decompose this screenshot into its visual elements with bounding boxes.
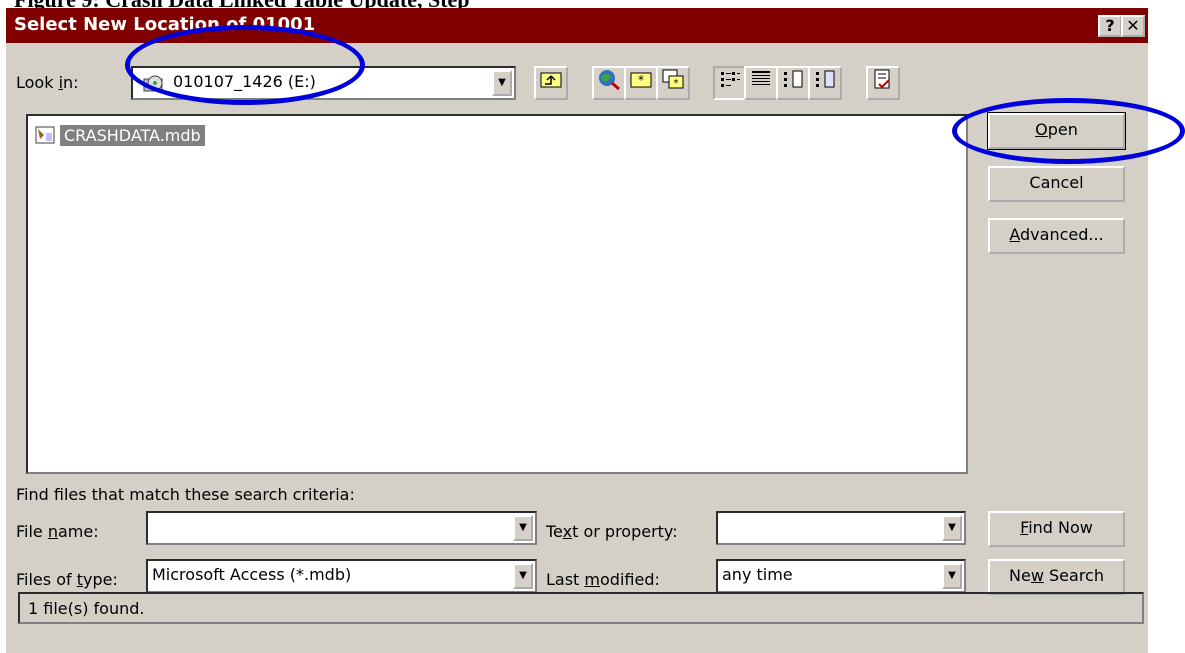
find-now-button[interactable]: Find Now bbox=[988, 511, 1125, 547]
look-in-value: 010107_1426 (E:) bbox=[173, 72, 316, 91]
preview-view-icon[interactable] bbox=[808, 66, 842, 100]
look-in-combo[interactable]: 010107_1426 (E:) ▼ bbox=[131, 66, 516, 100]
file-list[interactable]: CRASHDATA.mdb bbox=[26, 114, 968, 474]
look-in-label: Look in: bbox=[16, 73, 79, 92]
chevron-down-icon[interactable]: ▼ bbox=[942, 515, 962, 541]
files-of-type-label: Files of type: bbox=[16, 570, 118, 589]
new-folder-icon[interactable]: * bbox=[624, 66, 658, 100]
files-of-type-combo[interactable]: Microsoft Access (*.mdb) ▼ bbox=[146, 559, 537, 593]
file-name-label: File name: bbox=[16, 522, 99, 541]
chevron-down-icon[interactable]: ▼ bbox=[513, 515, 533, 541]
help-button[interactable]: ? bbox=[1098, 15, 1122, 37]
last-modified-label: Last modified: bbox=[546, 570, 660, 589]
file-name: CRASHDATA.mdb bbox=[60, 124, 205, 146]
last-modified-value: any time bbox=[722, 565, 793, 584]
file-name-combo[interactable]: ▼ bbox=[146, 511, 537, 545]
access-db-icon bbox=[34, 125, 56, 145]
status-bar: 1 file(s) found. bbox=[18, 592, 1144, 624]
chevron-down-icon[interactable]: ▼ bbox=[492, 70, 512, 96]
close-button[interactable]: ✕ bbox=[1121, 15, 1145, 37]
text-property-label: Text or property: bbox=[546, 522, 678, 541]
advanced-button[interactable]: Advanced... bbox=[988, 218, 1125, 254]
search-web-icon[interactable] bbox=[592, 66, 626, 100]
commands-icon[interactable] bbox=[866, 66, 900, 100]
last-modified-combo[interactable]: any time ▼ bbox=[716, 559, 966, 593]
svg-text:*: * bbox=[674, 78, 679, 89]
open-button[interactable]: Open bbox=[987, 112, 1126, 150]
criteria-heading: Find files that match these search crite… bbox=[16, 485, 355, 504]
list-view-icon[interactable] bbox=[713, 66, 747, 100]
up-one-level-icon[interactable] bbox=[534, 66, 568, 100]
dialog-title: Select New Location of 01001 bbox=[14, 14, 316, 35]
cancel-button[interactable]: Cancel bbox=[988, 166, 1125, 202]
chevron-down-icon[interactable]: ▼ bbox=[942, 563, 962, 589]
new-search-button[interactable]: New Search bbox=[988, 559, 1125, 595]
cd-drive-icon bbox=[143, 73, 165, 99]
text-property-combo[interactable]: ▼ bbox=[716, 511, 966, 545]
list-item[interactable]: CRASHDATA.mdb bbox=[34, 122, 205, 148]
select-location-dialog: Select New Location of 01001 ? ✕ Look in… bbox=[5, 8, 1148, 653]
add-to-favorites-icon[interactable]: * bbox=[656, 66, 690, 100]
details-view-icon[interactable] bbox=[744, 66, 778, 100]
status-text: 1 file(s) found. bbox=[28, 599, 145, 618]
files-of-type-value: Microsoft Access (*.mdb) bbox=[152, 565, 352, 584]
svg-text:*: * bbox=[638, 73, 644, 87]
properties-view-icon[interactable] bbox=[776, 66, 810, 100]
chevron-down-icon[interactable]: ▼ bbox=[513, 563, 533, 589]
title-bar: Select New Location of 01001 ? ✕ bbox=[6, 8, 1148, 43]
